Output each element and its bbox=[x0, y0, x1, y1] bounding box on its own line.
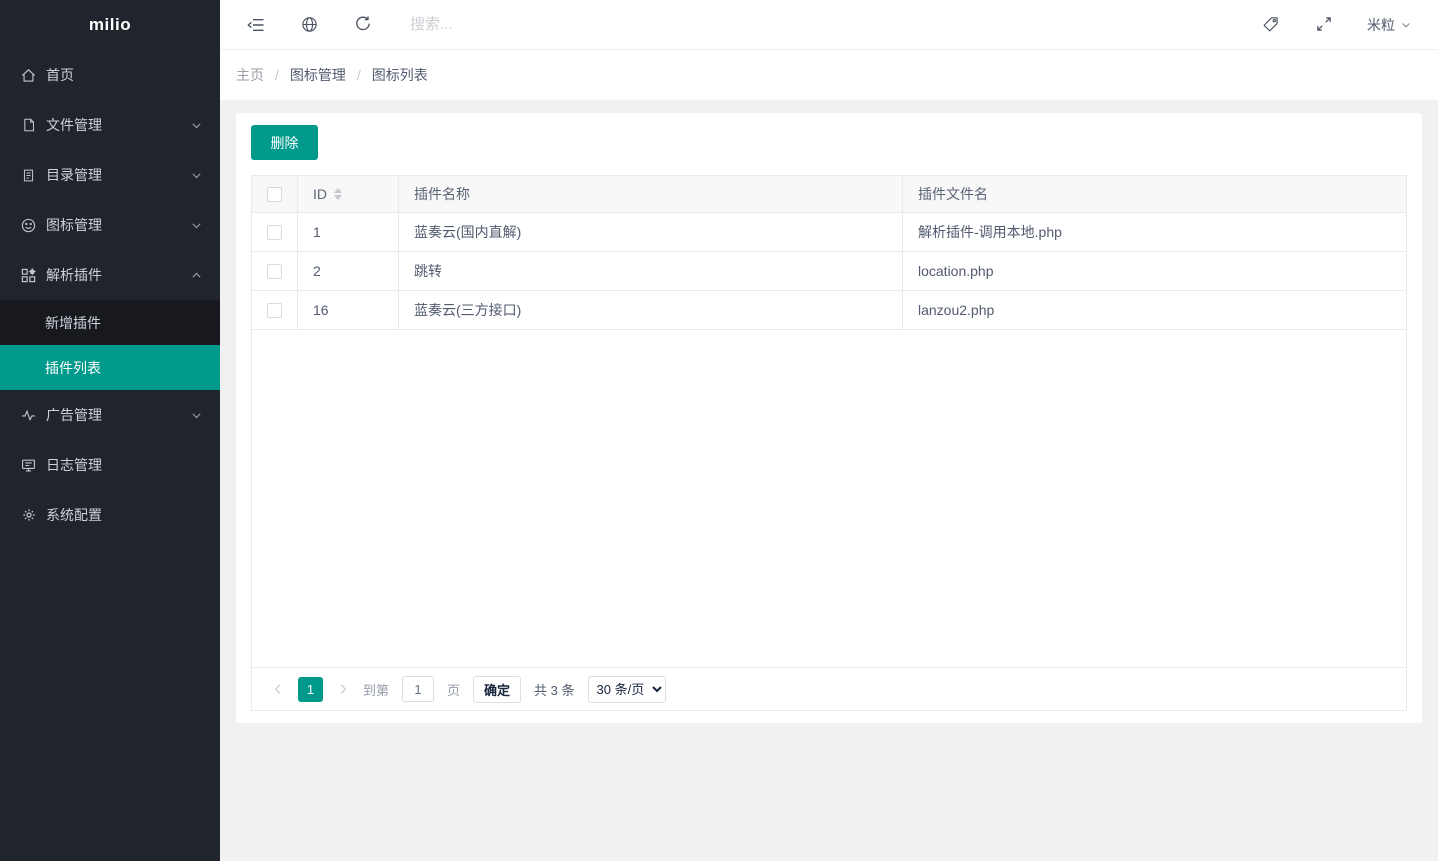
sidebar-item-label: 系统配置 bbox=[46, 505, 203, 525]
document-icon bbox=[20, 167, 37, 184]
breadcrumb-icon-list: 图标列表 bbox=[372, 65, 428, 85]
pagination-bar: 1 到第 页 确定 共 3 条 30 条/页 bbox=[252, 667, 1406, 710]
confirm-button[interactable]: 确定 bbox=[473, 676, 521, 703]
top-header: 米粒 bbox=[220, 0, 1438, 50]
cell-id: 2 bbox=[298, 252, 399, 290]
gear-icon bbox=[20, 507, 37, 524]
header-plugin-name: 插件名称 bbox=[399, 176, 903, 212]
page-unit-label: 页 bbox=[447, 680, 460, 699]
row-checkbox-cell bbox=[252, 291, 298, 329]
sidebar-item-directory-management[interactable]: 目录管理 bbox=[0, 150, 220, 200]
breadcrumb-separator: / bbox=[357, 67, 361, 83]
table-row: 16 蓝奏云(三方接口) lanzou2.php bbox=[252, 291, 1406, 330]
monitor-icon bbox=[20, 457, 37, 474]
sidebar-item-ad-management[interactable]: 广告管理 bbox=[0, 390, 220, 440]
chevron-down-icon bbox=[1400, 19, 1412, 31]
chevron-down-icon bbox=[190, 219, 203, 232]
sidebar-item-label: 解析插件 bbox=[46, 265, 190, 285]
table-empty-space bbox=[252, 330, 1406, 667]
app-logo: milio bbox=[0, 0, 220, 50]
chevron-down-icon bbox=[190, 409, 203, 422]
next-page-icon[interactable] bbox=[336, 682, 350, 696]
cell-plugin-name: 蓝奏云(三方接口) bbox=[399, 291, 903, 329]
cell-plugin-name: 蓝奏云(国内直解) bbox=[399, 213, 903, 251]
table-row: 2 跳转 location.php bbox=[252, 252, 1406, 291]
sidebar-item-file-management[interactable]: 文件管理 bbox=[0, 100, 220, 150]
page-size-select[interactable]: 30 条/页 bbox=[588, 676, 666, 703]
delete-button[interactable]: 删除 bbox=[251, 125, 318, 160]
chevron-down-icon bbox=[190, 119, 203, 132]
cell-plugin-name: 跳转 bbox=[399, 252, 903, 290]
fullscreen-icon[interactable] bbox=[1315, 15, 1335, 35]
row-checkbox[interactable] bbox=[267, 264, 282, 279]
sidebar: milio 首页 文件管理 目录管理 图标管理 bbox=[0, 0, 220, 861]
cell-plugin-file: lanzou2.php bbox=[903, 291, 1406, 329]
sort-icon[interactable] bbox=[334, 188, 342, 200]
search-input[interactable] bbox=[408, 15, 738, 34]
page-number-button[interactable]: 1 bbox=[298, 677, 323, 702]
sidebar-item-system-config[interactable]: 系统配置 bbox=[0, 490, 220, 540]
breadcrumb-icon-management[interactable]: 图标管理 bbox=[290, 65, 346, 85]
collapse-sidebar-icon[interactable] bbox=[246, 15, 266, 35]
header-checkbox-cell bbox=[252, 176, 298, 212]
sidebar-item-label: 日志管理 bbox=[46, 455, 203, 475]
sidebar-subitem-label: 插件列表 bbox=[45, 358, 101, 378]
goto-page-input[interactable] bbox=[402, 676, 434, 702]
table-header-row: ID 插件名称 插件文件名 bbox=[252, 176, 1406, 213]
cell-plugin-file: 解析插件-调用本地.php bbox=[903, 213, 1406, 251]
username: 米粒 bbox=[1367, 15, 1395, 35]
table-row: 1 蓝奏云(国内直解) 解析插件-调用本地.php bbox=[252, 213, 1406, 252]
sidebar-item-label: 广告管理 bbox=[46, 405, 190, 425]
refresh-icon[interactable] bbox=[354, 15, 374, 35]
breadcrumb: 主页 / 图标管理 / 图标列表 bbox=[220, 50, 1438, 100]
topbar-right: 米粒 bbox=[1227, 15, 1412, 35]
sidebar-subitem-plugin-list[interactable]: 插件列表 bbox=[0, 345, 220, 390]
row-checkbox[interactable] bbox=[267, 303, 282, 318]
row-checkbox-cell bbox=[252, 252, 298, 290]
home-icon bbox=[20, 67, 37, 84]
header-plugin-file: 插件文件名 bbox=[903, 176, 1406, 212]
plugin-table: ID 插件名称 插件文件名 1 蓝奏云(国内直解) 解析插件-调用本地.php bbox=[251, 175, 1407, 711]
total-count-label: 共 3 条 bbox=[534, 680, 574, 699]
breadcrumb-separator: / bbox=[275, 67, 279, 83]
plugin-list-card: 删除 ID 插件名称 插件文件名 bbox=[236, 113, 1422, 723]
user-menu[interactable]: 米粒 bbox=[1367, 15, 1412, 35]
content-area: 删除 ID 插件名称 插件文件名 bbox=[220, 100, 1438, 723]
globe-icon[interactable] bbox=[300, 15, 320, 35]
prev-page-icon[interactable] bbox=[271, 682, 285, 696]
row-checkbox-cell bbox=[252, 213, 298, 251]
chevron-up-icon bbox=[190, 269, 203, 282]
cell-id: 1 bbox=[298, 213, 399, 251]
header-id[interactable]: ID bbox=[298, 176, 399, 212]
chevron-down-icon bbox=[190, 169, 203, 182]
sidebar-item-icon-management[interactable]: 图标管理 bbox=[0, 200, 220, 250]
goto-label: 到第 bbox=[363, 680, 389, 699]
row-checkbox[interactable] bbox=[267, 225, 282, 240]
activity-icon bbox=[20, 407, 37, 424]
smiley-icon bbox=[20, 217, 37, 234]
plugin-parse-submenu: 新增插件 插件列表 bbox=[0, 300, 220, 390]
sidebar-subitem-label: 新增插件 bbox=[45, 313, 101, 333]
sidebar-item-plugin-parse[interactable]: 解析插件 bbox=[0, 250, 220, 300]
sidebar-subitem-add-plugin[interactable]: 新增插件 bbox=[0, 300, 220, 345]
sidebar-item-label: 目录管理 bbox=[46, 165, 190, 185]
tag-icon[interactable] bbox=[1261, 15, 1281, 35]
main-area: 米粒 主页 / 图标管理 / 图标列表 删除 ID bbox=[220, 0, 1438, 723]
sidebar-item-label: 首页 bbox=[46, 65, 203, 85]
sidebar-item-label: 图标管理 bbox=[46, 215, 190, 235]
sidebar-item-label: 文件管理 bbox=[46, 115, 190, 135]
sidebar-item-log-management[interactable]: 日志管理 bbox=[0, 440, 220, 490]
header-id-label: ID bbox=[313, 186, 327, 202]
select-all-checkbox[interactable] bbox=[267, 187, 282, 202]
breadcrumb-home[interactable]: 主页 bbox=[236, 65, 264, 85]
sidebar-item-home[interactable]: 首页 bbox=[0, 50, 220, 100]
blocks-plus-icon bbox=[20, 267, 37, 284]
cell-plugin-file: location.php bbox=[903, 252, 1406, 290]
file-icon bbox=[20, 117, 37, 134]
cell-id: 16 bbox=[298, 291, 399, 329]
